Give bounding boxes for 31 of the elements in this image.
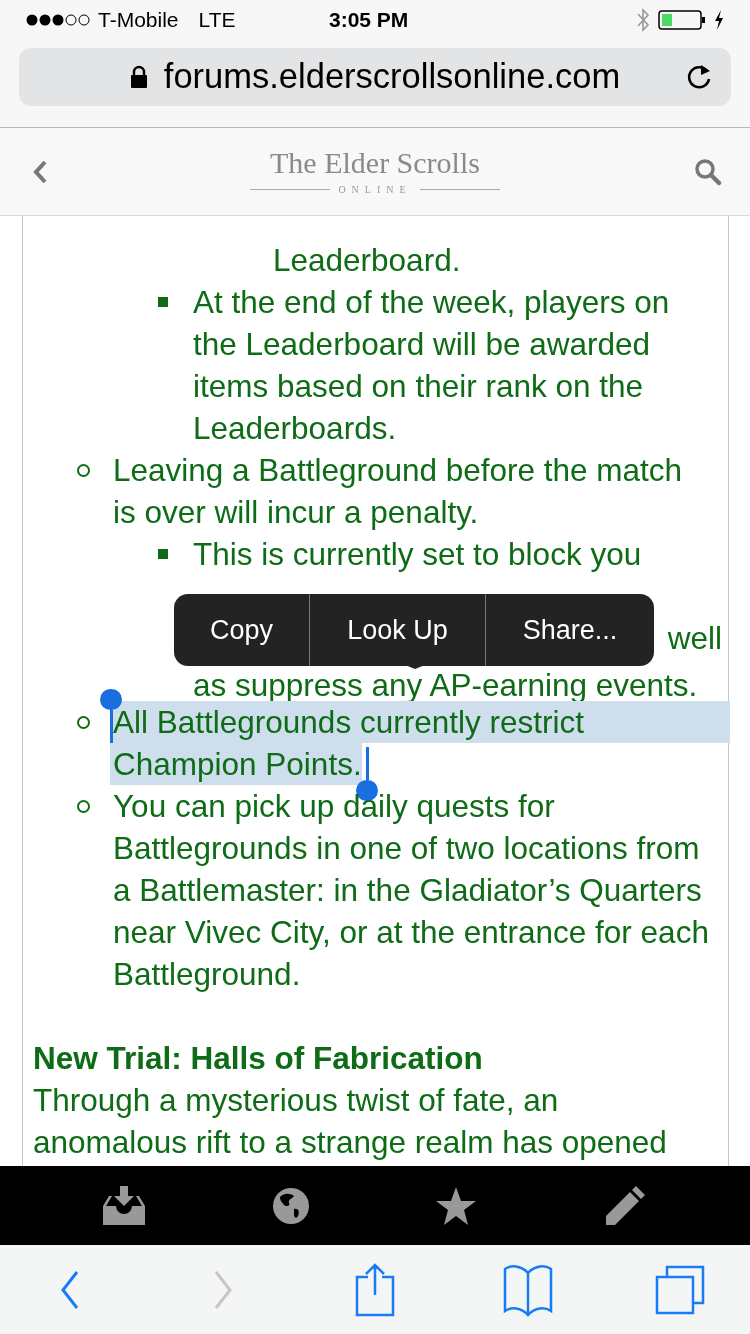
list-item-text: Leaving a Battleground before the match is over will incur a penalty. (113, 451, 684, 532)
list-item-text: well (667, 619, 722, 658)
network-type: LTE (198, 7, 236, 34)
selected-text: All Battlegrounds currently restrict Champion Points. (113, 701, 730, 785)
inbox-download-icon[interactable] (103, 1185, 146, 1226)
address-bar[interactable]: forums.elderscrollsonline.com (19, 48, 731, 106)
section-heading: New Trial: Halls of Fabrication (33, 1039, 484, 1078)
book-icon[interactable] (502, 1262, 553, 1317)
battery-icon (658, 9, 706, 31)
globe-icon[interactable] (271, 1186, 310, 1225)
list-item-text: Leaderboard. (273, 241, 462, 280)
search-icon[interactable] (694, 157, 722, 186)
share-icon[interactable] (355, 1262, 395, 1317)
paragraph: Through a mysterious twist of fate, an anomalous rift to a strange realm has opened (33, 1081, 668, 1162)
url-text: forums.elderscrollsonline.com (163, 56, 621, 98)
menu-item[interactable]: Share... (485, 594, 654, 666)
list-item-text: At the end of the week, players on the Leaderboard will be awarded items based on their rank on the Leaderboards. (193, 283, 671, 448)
reload-icon[interactable] (685, 62, 713, 92)
menu-item[interactable]: Copy (174, 594, 309, 666)
list-item-text: This is currently set to block you (193, 535, 643, 574)
signal-icon (26, 14, 92, 26)
status-time: 3:05 PM (329, 7, 409, 34)
bluetooth-icon (636, 8, 650, 32)
lock-icon (129, 65, 148, 89)
back-chevron-icon[interactable] (32, 158, 48, 185)
star-icon[interactable] (436, 1186, 477, 1225)
list-item-text: You can pick up daily quests for Battlegrounds in one of two locations from a Battlemaster: in the Gladiator’s Quarters near Vivec City, or at the entrance for each Battleground. (113, 787, 710, 994)
list-item-text: as suppress any AP-earning events. (193, 669, 699, 701)
charging-icon (714, 10, 724, 30)
tabs-icon[interactable] (655, 1264, 705, 1315)
carrier-name: T-Mobile (98, 7, 179, 34)
